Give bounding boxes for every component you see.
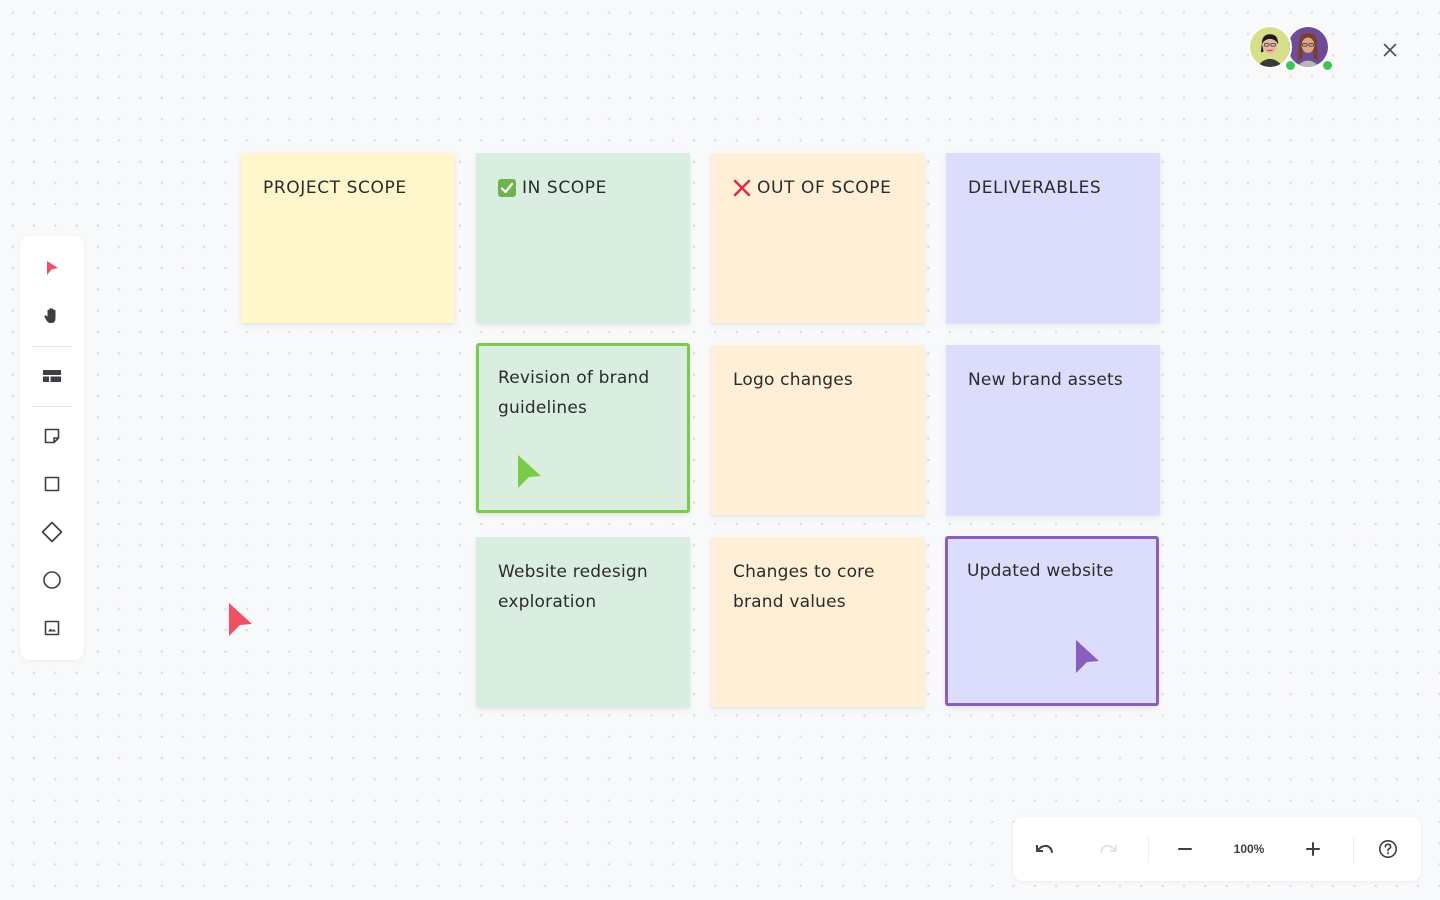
minus-icon: [1178, 848, 1192, 850]
note-text: IN SCOPE: [522, 178, 607, 198]
zoom-in-button[interactable]: [1297, 833, 1329, 865]
cross-mark-icon: [733, 179, 751, 197]
note-text: PROJECT SCOPE: [263, 178, 407, 198]
square-icon: [44, 476, 60, 492]
tool-diamond[interactable]: [36, 516, 68, 548]
sticky-note-selected[interactable]: Revision of brand guidelines: [476, 343, 690, 513]
tool-hand[interactable]: [36, 300, 68, 332]
sticky-note-header-in-scope[interactable]: IN SCOPE: [476, 153, 690, 323]
checkbox-checked-icon: [498, 179, 516, 197]
sticky-note-selected[interactable]: Updated website: [945, 536, 1159, 706]
toolbar-divider: [31, 346, 73, 347]
note-text: Updated website: [967, 561, 1114, 581]
tool-template[interactable]: [36, 360, 68, 392]
sticky-note[interactable]: Website redesign exploration: [476, 537, 690, 707]
sticky-note-header-deliverables[interactable]: DELIVERABLES: [946, 153, 1160, 323]
help-button[interactable]: [1372, 833, 1404, 865]
tools-toolbar: [20, 236, 84, 660]
tool-circle[interactable]: [36, 564, 68, 596]
bar-divider: [1148, 837, 1149, 863]
tool-select[interactable]: [36, 252, 68, 284]
zoom-out-button[interactable]: [1169, 833, 1201, 865]
diamond-icon: [41, 521, 63, 543]
sticky-note-header-out-of-scope[interactable]: OUT OF SCOPE: [711, 153, 925, 323]
close-button[interactable]: [1378, 38, 1402, 62]
online-status-indicator: [1322, 60, 1333, 71]
sticky-note-header-project-scope[interactable]: PROJECT SCOPE: [241, 153, 455, 323]
sticky-note[interactable]: Logo changes: [711, 345, 925, 515]
note-text: OUT OF SCOPE: [757, 178, 892, 198]
collaborator-cursor-icon: [518, 455, 541, 488]
redo-button[interactable]: [1093, 833, 1125, 865]
template-layout-icon: [43, 370, 61, 382]
plus-icon: [1306, 842, 1320, 856]
tool-sticky-note[interactable]: [36, 420, 68, 452]
note-text: Logo changes: [733, 370, 853, 390]
collaborator-avatars: [1248, 24, 1333, 72]
image-icon: [44, 620, 60, 636]
user-cursor-icon: [229, 603, 252, 636]
note-text: Revision of brand guidelines: [498, 368, 650, 418]
note-text: DELIVERABLES: [968, 178, 1102, 198]
note-text: Changes to core brand values: [733, 562, 875, 612]
online-status-indicator: [1285, 60, 1296, 71]
cursor-arrow-icon: [47, 261, 58, 275]
sticky-note[interactable]: Changes to core brand values: [711, 537, 925, 707]
bar-divider: [1353, 837, 1354, 863]
zoom-history-bar: 100%: [1013, 817, 1421, 881]
collaborator-cursor-icon: [1076, 640, 1099, 673]
note-text: New brand assets: [968, 370, 1123, 390]
redo-icon: [1100, 844, 1117, 853]
avatar-photo-icon: [1250, 27, 1290, 67]
tool-image[interactable]: [36, 612, 68, 644]
note-text: Website redesign exploration: [498, 562, 648, 612]
sticky-note-icon: [44, 428, 60, 444]
help-icon: [1379, 840, 1397, 858]
toolbar-divider: [31, 406, 73, 407]
close-icon: [1383, 43, 1397, 57]
sticky-note[interactable]: New brand assets: [946, 345, 1160, 515]
circle-icon: [43, 571, 61, 589]
tool-rectangle[interactable]: [36, 468, 68, 500]
hand-pan-icon: [44, 308, 56, 323]
zoom-level: 100%: [1233, 842, 1265, 856]
undo-button[interactable]: [1028, 833, 1060, 865]
undo-icon: [1036, 844, 1053, 853]
